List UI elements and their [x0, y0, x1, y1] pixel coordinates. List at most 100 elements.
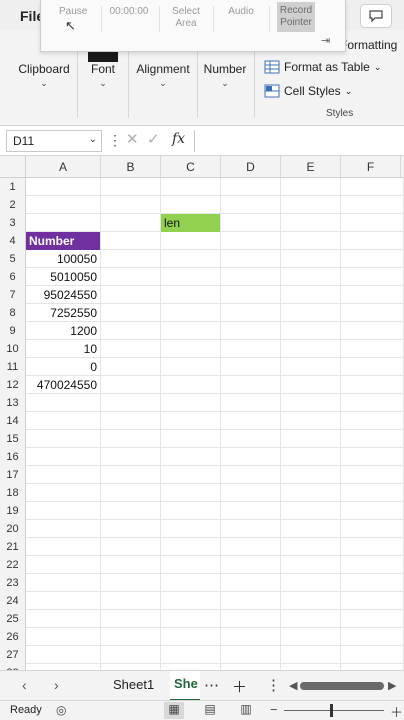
row-header[interactable]: 8: [0, 304, 26, 322]
zoom-in-icon[interactable]: ＋: [390, 702, 403, 720]
row-header[interactable]: 3: [0, 214, 26, 232]
cell-f8[interactable]: [341, 304, 404, 322]
row-header[interactable]: 19: [0, 502, 26, 520]
cell-c21[interactable]: [161, 538, 221, 556]
pause-button[interactable]: Pause: [59, 6, 87, 18]
cell-b19[interactable]: [101, 502, 161, 520]
comments-button[interactable]: [360, 4, 392, 28]
cell-c25[interactable]: [161, 610, 221, 628]
cell-e16[interactable]: [281, 448, 341, 466]
cell-d20[interactable]: [221, 520, 281, 538]
vertical-ellipsis-icon[interactable]: ⋮: [266, 676, 281, 694]
cell-e12[interactable]: [281, 376, 341, 394]
select-all-corner[interactable]: [0, 156, 26, 178]
row-header[interactable]: 1: [0, 178, 26, 196]
cell-a23[interactable]: [26, 574, 101, 592]
cell-d10[interactable]: [221, 340, 281, 358]
cell-c12[interactable]: [161, 376, 221, 394]
row-header[interactable]: 16: [0, 448, 26, 466]
cell-d26[interactable]: [221, 628, 281, 646]
cell-f21[interactable]: [341, 538, 404, 556]
cell-c8[interactable]: [161, 304, 221, 322]
cell-e24[interactable]: [281, 592, 341, 610]
column-header-b[interactable]: B: [101, 156, 161, 178]
cell-d23[interactable]: [221, 574, 281, 592]
chevron-left-icon[interactable]: ‹: [22, 677, 27, 693]
row-header[interactable]: 13: [0, 394, 26, 412]
cell-c27[interactable]: [161, 646, 221, 664]
cell-f25[interactable]: [341, 610, 404, 628]
row-header[interactable]: 18: [0, 484, 26, 502]
normal-view-icon[interactable]: ▦: [164, 702, 184, 719]
cell-c7[interactable]: [161, 286, 221, 304]
cell-e23[interactable]: [281, 574, 341, 592]
cell-a17[interactable]: [26, 466, 101, 484]
cell-b10[interactable]: [101, 340, 161, 358]
confirm-icon[interactable]: ✓: [147, 130, 160, 148]
format-as-table-button[interactable]: Format as Table ⌄: [264, 60, 381, 74]
cell-b22[interactable]: [101, 556, 161, 574]
cell-e5[interactable]: [281, 250, 341, 268]
cell-d5[interactable]: [221, 250, 281, 268]
zoom-slider-thumb[interactable]: [330, 704, 333, 717]
cell-f1[interactable]: [341, 178, 404, 196]
row-header[interactable]: 14: [0, 412, 26, 430]
cell-d16[interactable]: [221, 448, 281, 466]
row-header[interactable]: 17: [0, 466, 26, 484]
cell-e11[interactable]: [281, 358, 341, 376]
pin-icon[interactable]: ⇥: [321, 34, 330, 47]
row-header[interactable]: 12: [0, 376, 26, 394]
cell-b3[interactable]: [101, 214, 161, 232]
cell-c17[interactable]: [161, 466, 221, 484]
cell-c16[interactable]: [161, 448, 221, 466]
cell-e19[interactable]: [281, 502, 341, 520]
cell-a10[interactable]: 10: [26, 340, 101, 358]
column-header-a[interactable]: A: [26, 156, 101, 178]
chevron-right-icon[interactable]: ›: [54, 677, 59, 693]
cell-b1[interactable]: [101, 178, 161, 196]
cell-c4[interactable]: [161, 232, 221, 250]
cell-a22[interactable]: [26, 556, 101, 574]
cell-a9[interactable]: 1200: [26, 322, 101, 340]
cell-e20[interactable]: [281, 520, 341, 538]
insert-function-button[interactable]: fx: [172, 131, 185, 147]
cell-a5[interactable]: 100050: [26, 250, 101, 268]
row-header[interactable]: 4: [0, 232, 26, 250]
cell-b16[interactable]: [101, 448, 161, 466]
cell-c18[interactable]: [161, 484, 221, 502]
cell-c9[interactable]: [161, 322, 221, 340]
cell-a16[interactable]: [26, 448, 101, 466]
cell-a20[interactable]: [26, 520, 101, 538]
cell-a14[interactable]: [26, 412, 101, 430]
row-header[interactable]: 5: [0, 250, 26, 268]
cell-f7[interactable]: [341, 286, 404, 304]
cell-c24[interactable]: [161, 592, 221, 610]
cell-b8[interactable]: [101, 304, 161, 322]
cell-e25[interactable]: [281, 610, 341, 628]
cell-d27[interactable]: [221, 646, 281, 664]
cell-c2[interactable]: [161, 196, 221, 214]
cell-b21[interactable]: [101, 538, 161, 556]
cell-a8[interactable]: 7252550: [26, 304, 101, 322]
cell-d21[interactable]: [221, 538, 281, 556]
cell-a24[interactable]: [26, 592, 101, 610]
cell-c13[interactable]: [161, 394, 221, 412]
cell-f2[interactable]: [341, 196, 404, 214]
cell-e3[interactable]: [281, 214, 341, 232]
cell-f19[interactable]: [341, 502, 404, 520]
cell-c20[interactable]: [161, 520, 221, 538]
cell-f22[interactable]: [341, 556, 404, 574]
cell-c15[interactable]: [161, 430, 221, 448]
column-header-c[interactable]: C: [161, 156, 221, 178]
cell-b13[interactable]: [101, 394, 161, 412]
cell-d11[interactable]: [221, 358, 281, 376]
cell-f11[interactable]: [341, 358, 404, 376]
select-area-button[interactable]: Select Area: [167, 6, 205, 30]
cell-d18[interactable]: [221, 484, 281, 502]
cell-d13[interactable]: [221, 394, 281, 412]
cell-f27[interactable]: [341, 646, 404, 664]
cell-d6[interactable]: [221, 268, 281, 286]
cell-d24[interactable]: [221, 592, 281, 610]
accessibility-icon[interactable]: ◎: [56, 703, 66, 717]
cell-e14[interactable]: [281, 412, 341, 430]
